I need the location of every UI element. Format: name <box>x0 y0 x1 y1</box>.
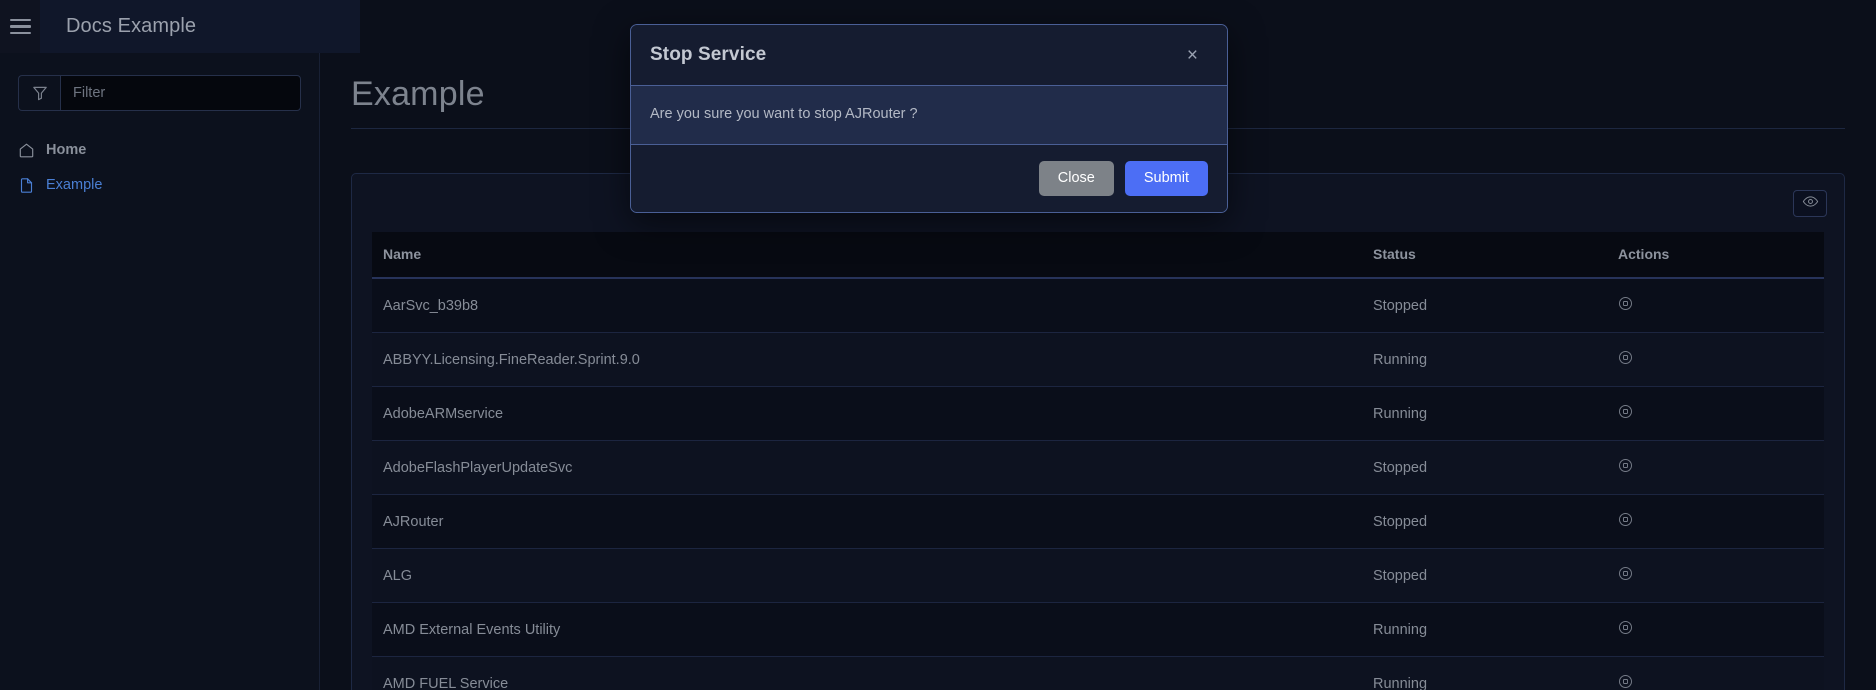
cell-actions <box>1607 602 1824 657</box>
services-card: Name Status Actions AarSvc_b39b8 Stopped A… <box>351 173 1845 690</box>
cell-actions <box>1607 332 1824 387</box>
cell-service-name: AMD FUEL Service <box>372 656 1362 690</box>
close-button[interactable]: Close <box>1038 161 1114 196</box>
cell-actions <box>1607 656 1824 690</box>
cell-service-name: AdobeARMservice <box>372 386 1362 441</box>
column-header-name[interactable]: Name <box>372 232 1362 279</box>
brand: Docs Example <box>40 0 360 53</box>
cell-service-status: Stopped <box>1362 494 1607 549</box>
stop-service-button[interactable] <box>1618 566 1633 584</box>
close-icon[interactable]: × <box>1183 44 1202 67</box>
cell-service-name: AarSvc_b39b8 <box>372 278 1362 333</box>
hamburger-icon <box>9 19 31 34</box>
modal-header: Stop Service × <box>631 25 1227 86</box>
table-row: AMD FUEL Service Running <box>372 656 1824 690</box>
funnel-icon <box>18 75 60 111</box>
modal-title: Stop Service <box>650 44 767 65</box>
brand-title: Docs Example <box>66 15 197 37</box>
table-head: Name Status Actions <box>372 232 1824 279</box>
cell-service-status: Stopped <box>1362 278 1607 333</box>
cell-actions <box>1607 278 1824 333</box>
stop-service-button[interactable] <box>1618 404 1633 422</box>
stop-service-button[interactable] <box>1618 296 1633 314</box>
cell-service-status: Running <box>1362 656 1607 690</box>
stop-circle-icon <box>1618 620 1633 638</box>
sidebar: Home Example <box>0 53 320 690</box>
stop-circle-icon <box>1618 566 1633 584</box>
sidebar-item-example[interactable]: Example <box>0 168 319 203</box>
table-row: AarSvc_b39b8 Stopped <box>372 278 1824 333</box>
stop-circle-icon <box>1618 458 1633 476</box>
column-header-status[interactable]: Status <box>1362 232 1607 279</box>
cell-actions <box>1607 548 1824 603</box>
cell-service-status: Running <box>1362 386 1607 441</box>
submit-button[interactable]: Submit <box>1124 161 1208 196</box>
cell-service-name: AdobeFlashPlayerUpdateSvc <box>372 440 1362 495</box>
cell-service-status: Running <box>1362 602 1607 657</box>
cell-service-status: Stopped <box>1362 440 1607 495</box>
sidebar-item-label: Home <box>46 142 87 159</box>
menu-toggle-button[interactable] <box>0 0 40 53</box>
table-row: AMD External Events Utility Running <box>372 602 1824 657</box>
stop-circle-icon <box>1618 350 1633 368</box>
visibility-toggle-button[interactable] <box>1793 189 1827 217</box>
sidebar-nav: Home Example <box>0 133 319 203</box>
table-row: ABBYY.Licensing.FineReader.Sprint.9.0 Run… <box>372 332 1824 387</box>
home-icon <box>18 142 35 159</box>
table-row: AdobeARMservice Running <box>372 386 1824 441</box>
services-table: Name Status Actions AarSvc_b39b8 Stopped A… <box>372 232 1824 690</box>
cell-actions <box>1607 386 1824 441</box>
file-icon <box>18 177 35 194</box>
table-body: AarSvc_b39b8 Stopped ABBYY.Licensing.FineR… <box>372 278 1824 690</box>
stop-circle-icon <box>1618 404 1633 422</box>
cell-service-name: AJRouter <box>372 494 1362 549</box>
cell-service-name: ALG <box>372 548 1362 603</box>
cell-actions <box>1607 494 1824 549</box>
stop-service-button[interactable] <box>1618 350 1633 368</box>
table-row: AdobeFlashPlayerUpdateSvc Stopped <box>372 440 1824 495</box>
table-row: ALG Stopped <box>372 548 1824 603</box>
table-wrapper: Name Status Actions AarSvc_b39b8 Stopped A… <box>352 232 1844 690</box>
stop-service-button[interactable] <box>1618 620 1633 638</box>
stop-circle-icon <box>1618 674 1633 690</box>
sidebar-item-label: Example <box>46 177 103 194</box>
cell-actions <box>1607 440 1824 495</box>
stop-service-button[interactable] <box>1618 512 1633 530</box>
filter-group <box>18 75 301 111</box>
stop-service-button[interactable] <box>1618 458 1633 476</box>
table-header-row: Name Status Actions <box>372 232 1824 279</box>
stop-service-modal: Stop Service × Are you sure you want to … <box>630 24 1228 213</box>
sidebar-item-home[interactable]: Home <box>0 133 319 168</box>
stop-circle-icon <box>1618 512 1633 530</box>
cell-service-name: ABBYY.Licensing.FineReader.Sprint.9.0 <box>372 332 1362 387</box>
app-root: Docs Example Home <box>0 0 1876 690</box>
cell-service-status: Stopped <box>1362 548 1607 603</box>
modal-body: Are you sure you want to stop AJRouter ? <box>631 86 1227 145</box>
modal-message: Are you sure you want to stop AJRouter ? <box>650 106 918 122</box>
modal-footer: Close Submit <box>631 145 1227 212</box>
cell-service-status: Running <box>1362 332 1607 387</box>
table-row: AJRouter Stopped <box>372 494 1824 549</box>
stop-service-button[interactable] <box>1618 674 1633 690</box>
column-header-actions: Actions <box>1607 232 1824 279</box>
cell-service-name: AMD External Events Utility <box>372 602 1362 657</box>
filter-input[interactable] <box>60 75 301 111</box>
stop-circle-icon <box>1618 296 1633 314</box>
eye-icon <box>1802 193 1819 213</box>
